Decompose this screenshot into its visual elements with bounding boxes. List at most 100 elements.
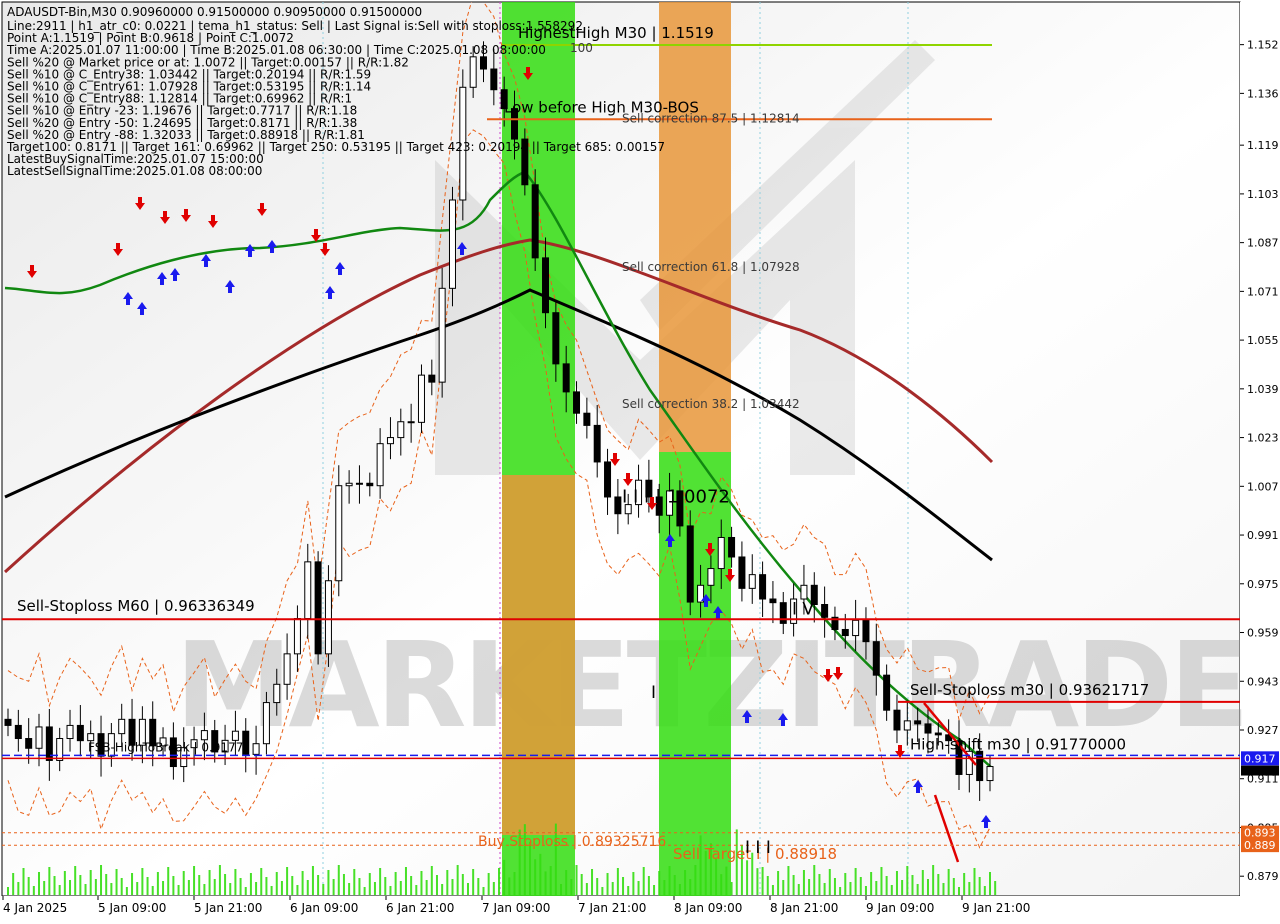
y-tick-label: 1.119 bbox=[1247, 139, 1279, 152]
y-tick-label: 0.927 bbox=[1247, 724, 1279, 737]
candle-body bbox=[821, 603, 829, 618]
volume-bar bbox=[952, 878, 955, 895]
volume-bar bbox=[766, 876, 769, 895]
candle-body bbox=[893, 709, 901, 731]
volume-bar bbox=[291, 876, 294, 895]
volume-bar bbox=[957, 887, 960, 895]
x-tick-label: 7 Jan 21:00 bbox=[578, 901, 646, 915]
volume-bar bbox=[616, 868, 619, 895]
x-tick-label: 8 Jan 21:00 bbox=[770, 901, 838, 915]
volume-bar bbox=[498, 868, 500, 895]
volume-bar bbox=[601, 887, 604, 895]
volume-bar bbox=[224, 874, 227, 895]
candle-body bbox=[25, 738, 33, 749]
candle-body bbox=[273, 683, 281, 704]
volume-bar bbox=[916, 884, 919, 895]
candle-body bbox=[200, 730, 208, 741]
volume-bar bbox=[472, 869, 475, 895]
candle-body bbox=[841, 628, 849, 637]
volume-bar bbox=[17, 882, 20, 895]
volume-bar bbox=[849, 882, 852, 895]
y-tick-label: 1.136 bbox=[1247, 87, 1279, 100]
volume-bar bbox=[828, 869, 831, 895]
volume-bar bbox=[839, 887, 842, 895]
y-tick-label: 0.975 bbox=[1247, 578, 1279, 591]
volume-bar bbox=[420, 871, 423, 895]
volume-bar bbox=[777, 871, 780, 895]
volume-bar bbox=[632, 872, 635, 895]
volume-bar bbox=[875, 881, 878, 895]
y-tick-label: 1.071 bbox=[1247, 285, 1279, 298]
candle-body bbox=[479, 56, 487, 70]
candle-body bbox=[862, 619, 870, 643]
y-tick-label: 1.087 bbox=[1247, 237, 1279, 250]
y-tick-label: 0.879 bbox=[1247, 870, 1279, 883]
candle-body bbox=[872, 641, 880, 676]
volume-bar bbox=[477, 878, 480, 895]
y-tick-label: 1.055 bbox=[1247, 334, 1279, 347]
volume-bar bbox=[260, 868, 263, 895]
volume-bar bbox=[368, 873, 371, 895]
fib-label: Sell correction 87.5 | 1.12814 bbox=[622, 111, 800, 125]
x-tick-label: 7 Jan 09:00 bbox=[482, 901, 550, 915]
volume-bar bbox=[198, 875, 201, 895]
candle-body bbox=[728, 536, 736, 558]
volume-bar bbox=[48, 867, 51, 895]
candle-body bbox=[759, 574, 767, 600]
volume-bar bbox=[296, 885, 299, 895]
volume-bar bbox=[84, 884, 87, 895]
candle-body bbox=[335, 485, 343, 582]
volume-bar bbox=[637, 881, 640, 895]
volume-bar bbox=[301, 871, 304, 895]
candle-body bbox=[35, 726, 43, 749]
volume-bar bbox=[12, 873, 15, 895]
volume-bar bbox=[182, 871, 185, 895]
volume-bar bbox=[508, 877, 511, 895]
volume-bar bbox=[725, 866, 728, 895]
volume-bar bbox=[942, 883, 945, 895]
price-tag-label: 0.893 bbox=[1244, 827, 1276, 840]
candle-body bbox=[800, 584, 808, 600]
volume-bar bbox=[280, 881, 283, 895]
wave-label: I I I bbox=[745, 838, 771, 858]
volume-bar bbox=[94, 879, 97, 895]
volume-bar bbox=[802, 870, 805, 895]
candle-body bbox=[552, 312, 560, 365]
volume-bar bbox=[410, 876, 413, 895]
volume-bar bbox=[668, 866, 671, 895]
volume-bar bbox=[859, 877, 862, 895]
candle-body bbox=[542, 257, 550, 314]
volume-bar bbox=[348, 883, 351, 895]
volume-bar bbox=[213, 879, 216, 895]
level-label: Buy Stoploss | 0.89325716 bbox=[478, 834, 666, 850]
volume-bar bbox=[229, 883, 232, 895]
volume-bar bbox=[353, 869, 356, 895]
volume-bar bbox=[720, 874, 723, 895]
x-tick-label: 5 Jan 09:00 bbox=[98, 901, 166, 915]
candle-body bbox=[469, 56, 477, 88]
candle-body bbox=[324, 580, 332, 655]
candle-body bbox=[769, 598, 777, 604]
candle-body bbox=[986, 766, 994, 782]
volume-bar bbox=[596, 878, 599, 895]
volume-bar bbox=[399, 881, 402, 895]
volume-bar bbox=[911, 875, 914, 895]
volume-bar bbox=[973, 868, 976, 895]
volume-bar bbox=[43, 881, 46, 895]
level-label: High-shift m30 | 0.91770000 bbox=[910, 735, 1126, 753]
volume-bar bbox=[322, 884, 325, 895]
candle-body bbox=[366, 482, 374, 487]
volume-bar bbox=[771, 885, 774, 895]
volume-bar bbox=[797, 884, 800, 895]
candle-body bbox=[355, 482, 363, 485]
candle-body bbox=[242, 730, 250, 755]
volume-bar bbox=[606, 873, 609, 895]
volume-bar bbox=[978, 877, 981, 895]
volume-bar bbox=[234, 869, 237, 895]
volume-bar bbox=[193, 866, 196, 895]
level-label: Sell-Stoploss m30 | 0.93621717 bbox=[910, 681, 1149, 699]
y-tick-label: 1.023 bbox=[1247, 432, 1279, 445]
candle-body bbox=[490, 68, 498, 91]
volume-bar bbox=[844, 873, 847, 895]
volume-bar bbox=[787, 866, 790, 895]
